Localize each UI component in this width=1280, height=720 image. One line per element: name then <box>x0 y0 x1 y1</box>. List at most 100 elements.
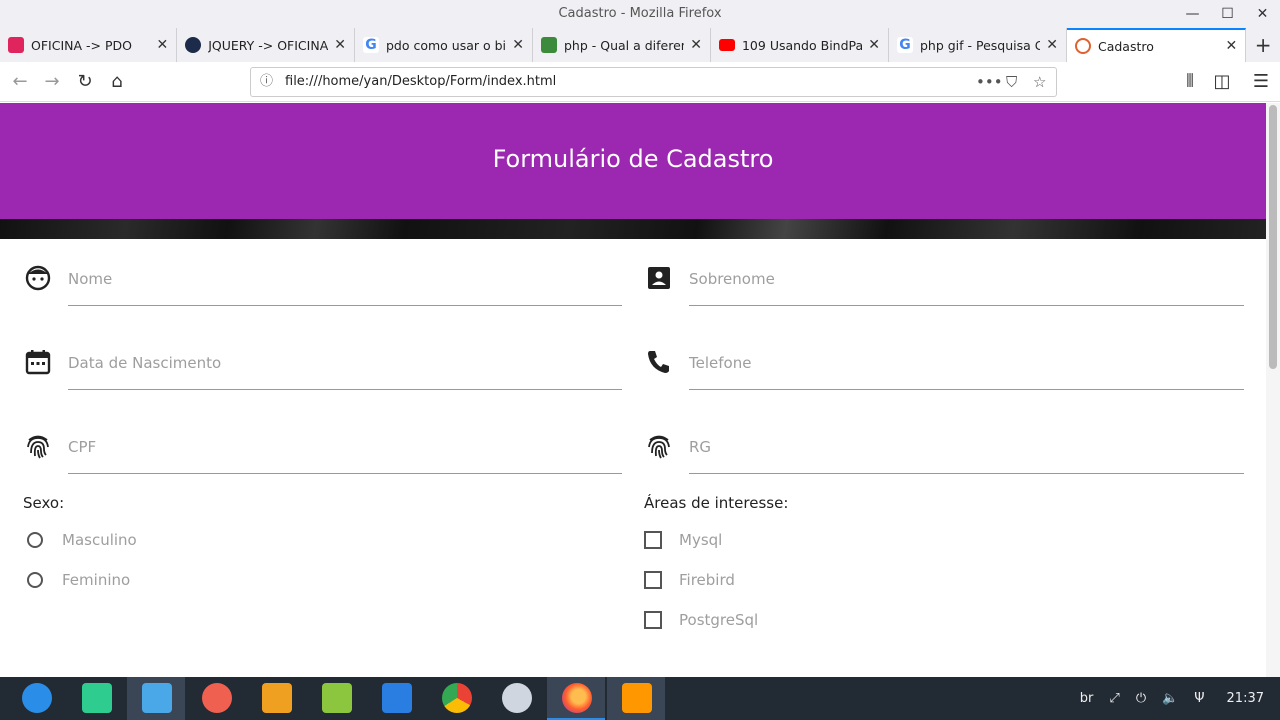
taskbar: br ⤢ ⏻ 🔈 Ψ 21:37 <box>0 677 1280 720</box>
sobrenome-field[interactable]: Sobrenome <box>644 263 1244 308</box>
close-tab-icon[interactable]: ✕ <box>1225 38 1237 54</box>
tab-bar: OFICINA -> PDO ✕ JQUERY -> OFICINA ✕ G p… <box>0 28 1280 62</box>
music-player-icon[interactable] <box>322 683 352 713</box>
checkbox-mysql[interactable]: Mysql <box>644 531 722 549</box>
url-bar[interactable]: ⓘ file:///home/yan/Desktop/Form/index.ht… <box>250 67 1057 97</box>
close-tab-icon[interactable]: ✕ <box>1046 37 1058 53</box>
cpf-underline <box>68 473 622 474</box>
sobrenome-placeholder[interactable]: Sobrenome <box>689 270 775 288</box>
forward-button[interactable]: → <box>40 70 64 94</box>
tab-label: php - Qual a diferenç <box>563 37 685 53</box>
telefone-placeholder[interactable]: Telefone <box>689 354 751 372</box>
firefox-icon[interactable] <box>562 683 592 713</box>
radio-feminino[interactable]: Feminino <box>27 571 130 589</box>
pocket-icon[interactable]: ⛉ <box>1006 68 1017 96</box>
oficina-icon <box>8 37 24 53</box>
tab-php-diferenca[interactable]: php - Qual a diferenç ✕ <box>533 28 711 62</box>
volume-icon[interactable]: 🔈 <box>1162 691 1178 706</box>
header-image-strip <box>0 219 1266 239</box>
chrome-icon[interactable] <box>442 683 472 713</box>
nome-underline <box>68 305 622 306</box>
video-player-icon[interactable] <box>382 683 412 713</box>
clock[interactable]: 21:37 <box>1227 691 1264 706</box>
rg-field[interactable]: RG <box>644 431 1244 476</box>
network-icon[interactable]: ⤢ <box>1109 691 1119 706</box>
usb-icon[interactable]: Ψ <box>1194 691 1204 706</box>
tab-label: JQUERY -> OFICINA <box>208 37 329 53</box>
info-icon[interactable]: ⓘ <box>260 68 273 96</box>
tab-pdo-bind[interactable]: G pdo como usar o bind ✕ <box>355 28 533 62</box>
scrollbar-thumb[interactable] <box>1269 105 1277 369</box>
bookmark-star-icon[interactable]: ☆ <box>1033 68 1046 96</box>
radio-masculino[interactable]: Masculino <box>27 531 137 549</box>
checkbox-postgresql[interactable]: PostgreSql <box>644 611 758 629</box>
telefone-field[interactable]: Telefone <box>644 347 1244 392</box>
reload-button[interactable]: ↻ <box>73 70 97 94</box>
checkbox-label[interactable]: Firebird <box>679 571 735 589</box>
launcher-icon[interactable] <box>22 683 52 713</box>
tab-label: OFICINA -> PDO <box>31 37 132 53</box>
tab-label: php gif - Pesquisa Go <box>919 37 1041 53</box>
keyboard-layout[interactable]: br <box>1080 691 1094 706</box>
close-tab-icon[interactable]: ✕ <box>156 37 168 53</box>
tab-jquery-oficina[interactable]: JQUERY -> OFICINA ✕ <box>177 28 355 62</box>
menu-icon[interactable]: ☰ <box>1249 70 1273 94</box>
back-button[interactable]: ← <box>8 70 32 94</box>
checkbox[interactable] <box>644 571 662 589</box>
app-store-icon[interactable] <box>142 683 172 713</box>
minimize-button[interactable]: — <box>1175 0 1210 28</box>
telefone-underline <box>689 389 1244 390</box>
tab-oficina-pdo[interactable]: OFICINA -> PDO ✕ <box>0 28 178 62</box>
settings-icon[interactable] <box>502 683 532 713</box>
home-button[interactable]: ⌂ <box>105 70 129 94</box>
close-tab-icon[interactable]: ✕ <box>868 37 880 53</box>
page-icon <box>1074 38 1091 54</box>
files-manager-icon[interactable] <box>82 683 112 713</box>
nascimento-field[interactable]: Data de Nascimento <box>23 347 623 392</box>
system-tray: br ⤢ ⏻ 🔈 Ψ 21:37 <box>1072 677 1280 720</box>
nome-placeholder[interactable]: Nome <box>68 270 112 288</box>
contact-card-icon <box>648 267 670 289</box>
tab-label: Cadastro <box>1097 38 1154 54</box>
radio-label[interactable]: Masculino <box>62 531 137 549</box>
tab-cadastro[interactable]: Cadastro ✕ <box>1066 28 1247 62</box>
close-tab-icon[interactable]: ✕ <box>690 37 702 53</box>
radio-button[interactable] <box>27 532 43 548</box>
tab-php-gif[interactable]: G php gif - Pesquisa Go ✕ <box>889 28 1067 62</box>
archive-icon[interactable] <box>262 683 292 713</box>
nascimento-placeholder[interactable]: Data de Nascimento <box>68 354 221 372</box>
radio-label[interactable]: Feminino <box>62 571 130 589</box>
checkbox-label[interactable]: PostgreSql <box>679 611 758 629</box>
cpf-placeholder[interactable]: CPF <box>68 438 96 456</box>
url-text[interactable]: file:///home/yan/Desktop/Form/index.html <box>285 74 556 89</box>
sidebar-icon[interactable]: ◫ <box>1210 70 1234 94</box>
rg-placeholder[interactable]: RG <box>689 438 711 456</box>
presentation-icon[interactable] <box>202 683 232 713</box>
navigation-bar: ← → ↻ ⌂ ⓘ file:///home/yan/Desktop/Form/… <box>0 62 1280 102</box>
tab-label: pdo como usar o bind <box>385 37 507 53</box>
window-controls: — ☐ ✕ <box>1175 0 1280 28</box>
checkbox-firebird[interactable]: Firebird <box>644 571 735 589</box>
checkbox-label[interactable]: Mysql <box>679 531 722 549</box>
sublime-text-icon[interactable] <box>622 683 652 713</box>
fingerprint-icon <box>648 435 670 459</box>
nome-field[interactable]: Nome <box>23 263 623 308</box>
tab-youtube-bindparam[interactable]: 109 Usando BindPara ✕ <box>711 28 889 62</box>
close-tab-icon[interactable]: ✕ <box>512 37 524 53</box>
cpf-field[interactable]: CPF <box>23 431 623 476</box>
close-tab-icon[interactable]: ✕ <box>334 37 346 53</box>
page-actions-icon[interactable]: ••• <box>976 68 1003 96</box>
new-tab-button[interactable]: + <box>1246 28 1280 62</box>
power-icon[interactable]: ⏻ <box>1136 691 1146 706</box>
page-scrollbar[interactable] <box>1266 103 1280 677</box>
sexo-label: Sexo: <box>23 494 65 512</box>
rg-underline <box>689 473 1244 474</box>
radio-button[interactable] <box>27 572 43 588</box>
fingerprint-icon <box>27 435 49 459</box>
maximize-button[interactable]: ☐ <box>1210 0 1245 28</box>
checkbox[interactable] <box>644 611 662 629</box>
window-titlebar: Cadastro - Mozilla Firefox — ☐ ✕ <box>0 0 1280 28</box>
library-icon[interactable]: ⫴ <box>1178 70 1202 94</box>
close-window-button[interactable]: ✕ <box>1245 0 1280 28</box>
checkbox[interactable] <box>644 531 662 549</box>
